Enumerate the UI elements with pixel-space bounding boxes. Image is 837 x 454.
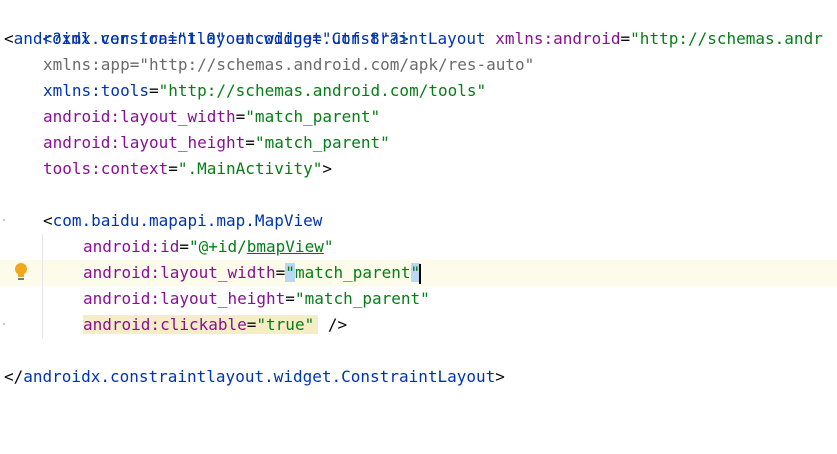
attribute-value: "match_parent"	[254, 133, 390, 152]
attribute-name: xmlns:android	[495, 29, 621, 48]
code-line-4[interactable]: xmlns:tools="http://schemas.android.com/…	[43, 78, 486, 104]
tag-close-bracket: >	[322, 159, 333, 178]
closing-tag-bracket: </	[4, 367, 24, 386]
attribute-name: android:layout_height	[43, 133, 246, 152]
equals-sign: =	[179, 237, 189, 256]
attribute-value: "http://schemas.android.com/tools"	[158, 81, 487, 100]
attribute-name: tools:context	[43, 159, 169, 178]
code-line-11[interactable]: android:layout_width="match_parent"	[83, 260, 422, 286]
fold-marker[interactable]	[3, 323, 5, 325]
attribute-name: xmlns:app	[43, 55, 130, 74]
warning-highlight[interactable]: android:clickable="true"	[83, 315, 319, 334]
attribute-value-end: "	[323, 237, 334, 256]
attribute-name: xmlns:tools	[43, 81, 149, 100]
fold-marker[interactable]	[3, 219, 5, 221]
code-line-7[interactable]: tools:context=".MainActivity">	[43, 156, 332, 182]
equals-sign: =	[168, 159, 178, 178]
attribute-name: android:id	[83, 237, 180, 256]
equals-sign: =	[235, 107, 246, 126]
code-line-9[interactable]: <com.baidu.mapapi.map.MapView	[43, 208, 322, 234]
text-caret	[419, 263, 422, 284]
code-line-2[interactable]: <androidx.constraintlayout.widget.Constr…	[4, 26, 823, 52]
root-closing-tag-name: androidx.constraintlayout.widget.Constra…	[23, 367, 496, 386]
attribute-value: "true"	[256, 315, 315, 334]
equals-sign: =	[246, 315, 257, 334]
code-line-5[interactable]: android:layout_width="match_parent"	[43, 104, 380, 130]
attribute-value: "match_parent"	[294, 289, 430, 308]
root-tag-name: androidx.constraintlayout.widget.Constra…	[13, 29, 486, 48]
equals-sign: =	[620, 29, 631, 48]
code-line-13[interactable]: android:clickable="true" />	[83, 312, 347, 338]
self-closing-tag: />	[318, 315, 348, 334]
code-line-12[interactable]: android:layout_height="match_parent"	[83, 286, 430, 312]
child-tag-name: com.baidu.mapapi.map.MapView	[52, 211, 323, 230]
tag-close-bracket: >	[495, 367, 505, 386]
equals-sign: =	[245, 133, 255, 152]
attribute-value: match_parent	[294, 263, 411, 282]
equals-sign: =	[148, 81, 159, 100]
tag-open-bracket: <	[4, 29, 14, 48]
equals-sign: =	[129, 55, 140, 74]
attribute-value: "http://schemas.andr	[630, 29, 823, 48]
matched-quote: "	[285, 263, 295, 282]
code-line-6[interactable]: android:layout_height="match_parent"	[43, 130, 390, 156]
attribute-name: android:layout_width	[43, 107, 236, 126]
equals-sign: =	[275, 263, 286, 282]
code-editor[interactable]: <?xml version="1.0" encoding="utf-8"?> <…	[0, 0, 837, 454]
code-line-1[interactable]: <?xml version="1.0" encoding="utf-8"?>	[4, 0, 409, 48]
code-line-10[interactable]: android:id="@+id/bmapView"	[83, 234, 333, 260]
code-line-3[interactable]: xmlns:app="http://schemas.android.com/ap…	[43, 52, 534, 78]
attribute-value: "match_parent"	[245, 107, 381, 126]
equals-sign: =	[285, 289, 295, 308]
id-reference[interactable]: bmapView	[247, 237, 324, 256]
code-line-15[interactable]: </androidx.constraintlayout.widget.Const…	[4, 364, 505, 390]
attribute-name: android:clickable	[83, 315, 247, 334]
indent-guide	[42, 234, 43, 338]
attribute-value: "http://schemas.android.com/apk/res-auto…	[139, 55, 535, 74]
attribute-value: ".MainActivity"	[177, 159, 323, 178]
attribute-name: android:layout_height	[83, 289, 286, 308]
attribute-name: android:layout_width	[83, 263, 276, 282]
attribute-value: "@+id/	[188, 237, 247, 256]
tag-open-bracket: <	[43, 211, 53, 230]
lightbulb-icon[interactable]	[13, 262, 29, 282]
